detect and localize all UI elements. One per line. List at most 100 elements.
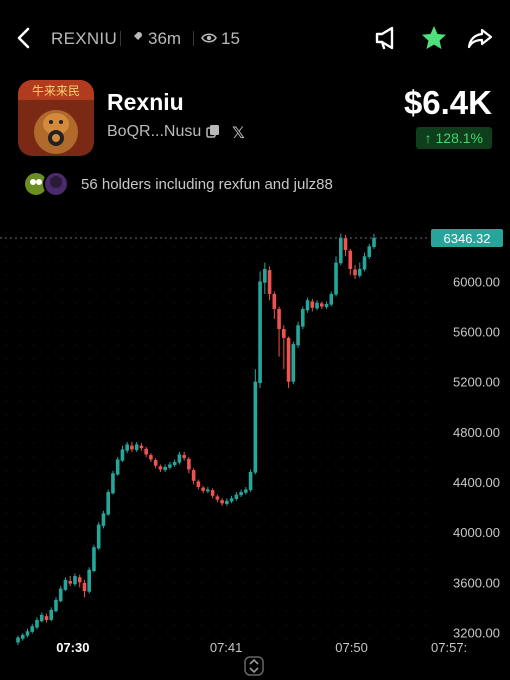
grid-dot: [75, 246, 77, 248]
grid-dot: [131, 260, 133, 262]
price-chart[interactable]: 6000.00 5600.00 5200.00 4800.00 4400.00 4000.…: [0, 225, 510, 665]
grid-dot: [243, 554, 245, 556]
grid-dot: [117, 498, 119, 500]
grid-dot: [411, 330, 413, 332]
grid-dot: [215, 554, 217, 556]
scroll-icon[interactable]: [244, 656, 264, 676]
grid-dot: [61, 246, 63, 248]
grid-dot: [257, 526, 259, 528]
grid-dot: [355, 302, 357, 304]
grid-dot: [47, 372, 49, 374]
token-ticker: REXNIU: [51, 29, 118, 48]
grid-dot: [369, 386, 371, 388]
grid-dot: [117, 414, 119, 416]
grid-dot: [369, 302, 371, 304]
grid-dot: [285, 316, 287, 318]
candle-body: [253, 381, 258, 473]
grid-dot: [145, 414, 147, 416]
grid-dot: [187, 596, 189, 598]
grid-dot: [215, 414, 217, 416]
grid-dot: [257, 554, 259, 556]
grid-dot: [313, 358, 315, 360]
grid-dot: [201, 260, 203, 262]
grid-dot: [355, 456, 357, 458]
candle-body: [324, 303, 329, 308]
grid-dot: [271, 540, 273, 542]
x-logo-icon[interactable]: 𝕏: [232, 123, 245, 143]
grid-dot: [369, 428, 371, 430]
grid-dot: [215, 358, 217, 360]
grid-dot: [369, 330, 371, 332]
grid-dot: [61, 414, 63, 416]
grid-dot: [33, 526, 35, 528]
grid-dot: [201, 554, 203, 556]
grid-dot: [243, 610, 245, 612]
grid-dot: [173, 358, 175, 360]
grid-dot: [201, 540, 203, 542]
grid-dot: [159, 330, 161, 332]
grid-dot: [355, 624, 357, 626]
grid-dot: [383, 582, 385, 584]
grid-dot: [75, 302, 77, 304]
grid-dot: [243, 540, 245, 542]
grid-dot: [89, 428, 91, 430]
grid-dot: [89, 484, 91, 486]
grid-dot: [243, 428, 245, 430]
grid-dot: [159, 260, 161, 262]
grid-dot: [341, 512, 343, 514]
grid-dot: [215, 624, 217, 626]
grid-dot: [299, 526, 301, 528]
grid-dot: [33, 596, 35, 598]
grid-dot: [397, 274, 399, 276]
grid-dot: [299, 470, 301, 472]
copy-icon[interactable]: [206, 124, 220, 138]
grid-dot: [201, 456, 203, 458]
top-bar: REXNIU 36m 15: [0, 0, 510, 76]
grid-dot: [341, 582, 343, 584]
grid-dot: [369, 568, 371, 570]
grid-dot: [33, 316, 35, 318]
grid-dot: [313, 330, 315, 332]
grid-dot: [299, 512, 301, 514]
grid-dot: [425, 470, 427, 472]
grid-dot: [397, 428, 399, 430]
candle-body: [96, 524, 101, 549]
grid-dot: [173, 316, 175, 318]
candle-body: [301, 309, 305, 327]
grid-dot: [257, 512, 259, 514]
grid-dot: [173, 470, 175, 472]
grid-dot: [369, 512, 371, 514]
grid-dot: [215, 568, 217, 570]
candle-body: [134, 444, 139, 451]
share-icon[interactable]: [464, 22, 496, 54]
grid-dot: [187, 386, 189, 388]
megaphone-icon[interactable]: [371, 22, 403, 54]
grid-dot: [145, 400, 147, 402]
grid-dot: [355, 568, 357, 570]
grid-dot: [411, 596, 413, 598]
grid-dot: [411, 344, 413, 346]
candle-body: [319, 303, 324, 307]
candle-body: [329, 293, 334, 305]
grid-dot: [173, 638, 175, 640]
grid-dot: [229, 358, 231, 360]
grid-dot: [215, 260, 217, 262]
grid-dot: [103, 330, 105, 332]
grid-dot: [229, 302, 231, 304]
grid-dot: [327, 316, 329, 318]
grid-dot: [61, 568, 63, 570]
grid-dot: [411, 498, 413, 500]
star-icon[interactable]: [418, 22, 450, 54]
grid-dot: [5, 442, 7, 444]
candle-body: [73, 576, 77, 585]
grid-dot: [159, 372, 161, 374]
grid-dot: [131, 372, 133, 374]
back-icon[interactable]: [12, 24, 38, 52]
grid-dot: [89, 526, 91, 528]
grid-dot: [75, 540, 77, 542]
grid-dot: [327, 344, 329, 346]
grid-dot: [397, 470, 399, 472]
divider: [120, 31, 121, 46]
grid-dot: [47, 470, 49, 472]
grid-dot: [19, 316, 21, 318]
